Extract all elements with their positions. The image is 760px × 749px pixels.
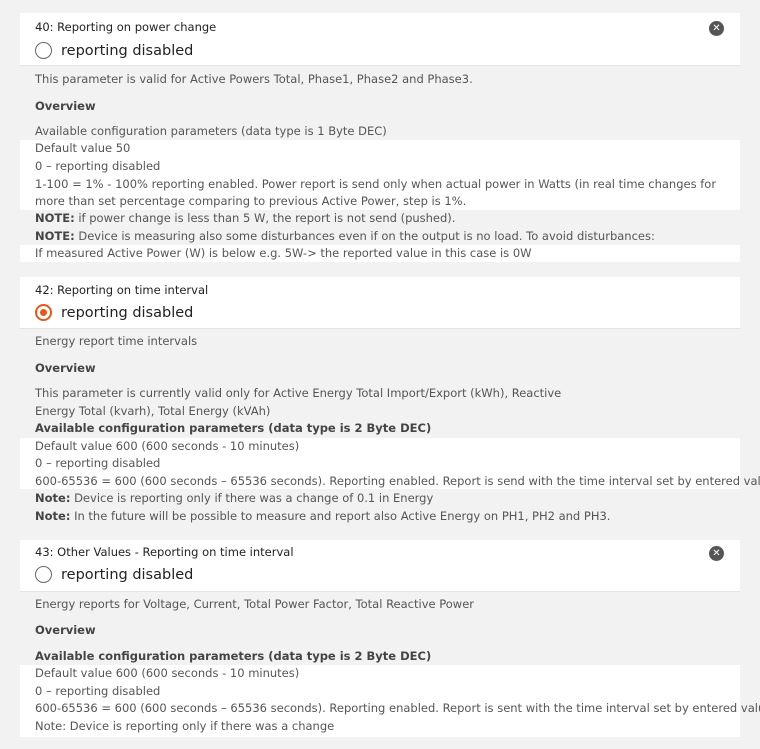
param-40-radio-option[interactable]: reporting disabled — [35, 42, 193, 59]
param-42-note-1: Note: Device is reporting only if there … — [35, 491, 433, 505]
param-43-radio-option[interactable]: reporting disabled — [35, 566, 193, 583]
param-40-note-2: NOTE: Device is measuring also some dist… — [35, 229, 655, 243]
param-42-config: Available configuration parameters (data… — [35, 421, 432, 435]
param-43-description: Energy reports for Voltage, Current, Tot… — [35, 597, 474, 611]
param-40-range: 1-100 = 1% - 100% reporting enabled. Pow… — [35, 177, 717, 208]
param-43-close-icon[interactable]: ✕ — [709, 546, 724, 561]
param-40-note-1: NOTE: if power change is less than 5 W, … — [35, 211, 455, 225]
param-42-note-1-text: Device is reporting only if there was a … — [70, 491, 434, 505]
param-42-zero: 0 – reporting disabled — [35, 456, 161, 470]
param-43-title: 43: Other Values - Reporting on time int… — [35, 545, 294, 559]
param-43-card: 43: Other Values - Reporting on time int… — [20, 540, 740, 592]
param-42-note-2-text: In the future will be possible to measur… — [70, 509, 611, 523]
param-40-close-icon[interactable]: ✕ — [709, 21, 724, 36]
param-43-note: Note: Device is reporting only if there … — [35, 719, 335, 733]
param-42-radio-option[interactable]: reporting disabled — [35, 304, 193, 321]
param-43-config: Available configuration parameters (data… — [35, 649, 432, 663]
param-42-title: 42: Reporting on time interval — [35, 283, 209, 297]
param-42-card: 42: Reporting on time interval reporting… — [20, 277, 740, 329]
param-42-radio-label[interactable]: reporting disabled — [61, 305, 193, 321]
param-40-note-1-text: if power change is less than 5 W, the re… — [74, 211, 456, 225]
param-40-title: 40: Reporting on power change — [35, 20, 217, 34]
param-43-range: 600-65536 = 600 (600 seconds – 65536 sec… — [35, 701, 760, 715]
param-43-zero: 0 – reporting disabled — [35, 684, 161, 698]
param-42-valid-1: This parameter is currently valid only f… — [35, 386, 562, 400]
param-43-radio[interactable] — [35, 566, 52, 583]
param-40-measured: If measured Active Power (W) is below e.… — [35, 246, 532, 260]
param-40-radio[interactable] — [35, 42, 52, 59]
param-40-card: 40: Reporting on power change reporting … — [20, 13, 740, 66]
param-42-note-1-label: Note: — [35, 491, 71, 505]
param-42-note-2: Note: In the future will be possible to … — [35, 509, 610, 523]
param-40-note-1-label: NOTE: — [35, 211, 75, 225]
param-43-radio-label[interactable]: reporting disabled — [61, 567, 193, 583]
param-40-zero: 0 – reporting disabled — [35, 159, 161, 173]
param-40-note-2-label: NOTE: — [35, 229, 75, 243]
param-42-description: Energy report time intervals — [35, 334, 198, 348]
param-43-default: Default value 600 (600 seconds - 10 minu… — [35, 666, 300, 680]
param-42-valid-2: Energy Total (kvarh), Total Energy (kVAh… — [35, 404, 271, 418]
param-42-overview: Overview — [35, 361, 96, 375]
param-40-overview: Overview — [35, 99, 96, 113]
param-42-range: 600-65536 = 600 (600 seconds – 65536 sec… — [35, 474, 760, 488]
param-42-radio[interactable] — [35, 304, 52, 321]
param-43-overview: Overview — [35, 623, 96, 637]
param-40-config: Available configuration parameters (data… — [35, 124, 387, 138]
param-40-description: This parameter is valid for Active Power… — [35, 72, 473, 86]
param-40-note-2-text: Device is measuring also some disturbanc… — [74, 229, 655, 243]
param-42-note-2-label: Note: — [35, 509, 71, 523]
param-40-radio-label[interactable]: reporting disabled — [61, 43, 193, 59]
param-42-default: Default value 600 (600 seconds - 10 minu… — [35, 439, 300, 453]
param-40-default: Default value 50 — [35, 141, 131, 155]
